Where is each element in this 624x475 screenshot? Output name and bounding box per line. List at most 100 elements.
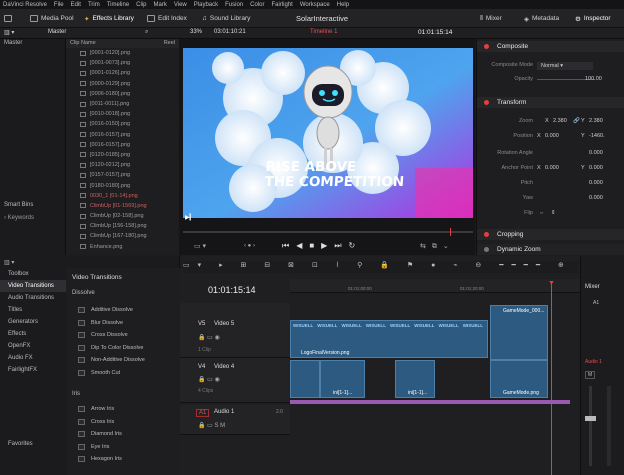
flip-horizontal-icon[interactable]: ⇔: [539, 210, 545, 216]
track-lock-icon[interactable]: 🔒 ▭ S M: [198, 422, 225, 429]
menu-item[interactable]: Trim: [88, 2, 100, 8]
clip-list-item[interactable]: ClimbUp [167-180].png: [66, 231, 179, 241]
clip-list-item[interactable]: [0157-0157].png: [66, 170, 179, 180]
flip-vertical-icon[interactable]: ⇕: [551, 210, 556, 216]
clip-list-item[interactable]: Enhance.png: [66, 242, 179, 252]
menu-item[interactable]: Workspace: [300, 2, 330, 8]
clip-list-item[interactable]: [0001-0120].png: [66, 48, 179, 58]
menu-item[interactable]: Edit: [71, 2, 81, 8]
search-icon[interactable]: ⌕: [145, 29, 148, 36]
sound-library-button[interactable]: ♫ Sound Library: [202, 12, 250, 25]
fx-tree-item[interactable]: Effects: [0, 328, 66, 340]
timeline-ruler[interactable]: 01:01:00:00 01:01:20:00: [290, 279, 580, 293]
track-lock-icon[interactable]: 🔒 ▭ ◉: [198, 334, 220, 341]
transition-item[interactable]: Diamond Iris: [66, 428, 180, 441]
fx-tree-item[interactable]: FairlightFX: [0, 364, 66, 376]
transition-item[interactable]: Arrow Iris: [66, 403, 180, 416]
transition-item[interactable]: Additive Dissolve: [66, 304, 180, 317]
clip-v4-b[interactable]: ini[1-1]...: [320, 360, 365, 398]
clip-list-item[interactable]: [0006-0180].png: [66, 89, 179, 99]
menu-item[interactable]: Help: [337, 2, 349, 8]
menu-item[interactable]: Fusion: [225, 2, 243, 8]
fx-tree-item[interactable]: Titles: [0, 304, 66, 316]
master-bin[interactable]: Master: [0, 39, 65, 48]
mixer-button[interactable]: ⦀ Mixer: [480, 12, 502, 25]
inspector-button[interactable]: ⚙ Inspector: [575, 12, 611, 25]
fx-tree-item[interactable]: Video Transitions: [0, 280, 66, 292]
effects-library-button[interactable]: ✦ Effects Library: [84, 12, 134, 25]
clip-list-item[interactable]: [0180-0180].png: [66, 180, 179, 190]
clip-list-item[interactable]: ClimbUp [02-158].png: [66, 211, 179, 221]
clip-list-item[interactable]: [0001-0126].png: [66, 68, 179, 78]
transition-item[interactable]: Cross Dissolve: [66, 329, 180, 342]
enable-dot-icon[interactable]: [484, 44, 489, 49]
menu-item[interactable]: Playback: [194, 2, 218, 8]
menu-item[interactable]: View: [174, 2, 187, 8]
clip-v4-c[interactable]: ini[1-1]...: [395, 360, 435, 398]
fx-tree-item[interactable]: Favorites: [0, 438, 66, 450]
clip-v4-a[interactable]: [290, 360, 320, 398]
clip-list-item[interactable]: [0016-0157].png: [66, 140, 179, 150]
timeline-playhead[interactable]: [551, 281, 552, 475]
bin-view-icon[interactable]: ▥ ▾: [4, 29, 14, 36]
viewer-options-icon[interactable]: ▭ ▾: [194, 242, 206, 250]
enable-dot-icon[interactable]: [484, 100, 489, 105]
menu-item[interactable]: Timeline: [107, 2, 129, 8]
clip-list-item[interactable]: [0120-0185].png: [66, 150, 179, 160]
enable-dot-icon[interactable]: [484, 247, 489, 252]
menu-item[interactable]: Mark: [154, 2, 167, 8]
timeline-selector[interactable]: Timeline 1: [310, 29, 337, 35]
transition-item[interactable]: Hexagon Iris: [66, 453, 180, 466]
metadata-button[interactable]: ◈ Metadata: [524, 12, 559, 25]
composite-section[interactable]: Composite: [477, 41, 624, 52]
zoom-level[interactable]: 33%: [190, 29, 202, 35]
transition-item[interactable]: Blur Dissolve: [66, 317, 180, 330]
menu-item[interactable]: DaVinci Resolve: [3, 2, 47, 8]
transition-item[interactable]: Smooth Cut: [66, 367, 180, 380]
transition-item[interactable]: Cross Iris: [66, 416, 180, 429]
timeline-toolbar[interactable]: ▭▾ ▸ ⊞ ⊟ ⊠ ⊡ ⌇ ⚲ 🔒 ⚑ ● ⌁ ⊖ ━━━━ ⊕: [183, 261, 578, 273]
clip-list-item[interactable]: [0010-0018].png: [66, 109, 179, 119]
transform-section[interactable]: Transform: [477, 97, 624, 108]
viewer-scrubber[interactable]: [183, 231, 473, 233]
track-lock-icon[interactable]: 🔒 ▭ ◉: [198, 376, 220, 383]
playhead-handle-icon[interactable]: ▼: [548, 280, 555, 287]
enable-dot-icon[interactable]: [484, 232, 489, 237]
mute-button[interactable]: M: [585, 371, 596, 379]
clip-list-item[interactable]: ClimbUp [01-1569].png: [66, 201, 179, 211]
transition-item[interactable]: Dip To Color Dissolve: [66, 342, 180, 355]
fx-tree-item[interactable]: Audio Transitions: [0, 292, 66, 304]
clip-list-item[interactable]: ClimbUp [156-158].png: [66, 221, 179, 231]
transition-item[interactable]: Non-Additive Dissolve: [66, 354, 180, 367]
media-pool-button[interactable]: Media Pool: [30, 12, 74, 25]
viewer-right-icons[interactable]: ⇆⧉⌄: [420, 242, 455, 251]
clip-list-item[interactable]: [0000-0129].png: [66, 79, 179, 89]
menu-item[interactable]: Clip: [136, 2, 146, 8]
fx-panel-toolbar[interactable]: ▥ ▾: [4, 259, 14, 266]
jog-control[interactable]: ‹ ● ›: [244, 243, 255, 249]
audio-clip-strip[interactable]: [290, 400, 570, 404]
clip-gamemode-v4[interactable]: GameMode.png: [490, 360, 548, 398]
fx-tree-item[interactable]: OpenFX: [0, 340, 66, 352]
edit-index-button[interactable]: Edit Index: [147, 12, 187, 25]
clip-list-item[interactable]: [0001-0073].png: [66, 58, 179, 68]
fx-tree-item[interactable]: Toolbox: [0, 268, 66, 280]
composite-mode-select[interactable]: Normal ▾: [537, 62, 593, 70]
fader-track[interactable]: [589, 386, 592, 466]
layout-toggle-button[interactable]: [4, 12, 12, 25]
transport-controls[interactable]: ⏮◀■▶⏭↻: [282, 241, 362, 251]
cropping-section[interactable]: Cropping: [477, 229, 624, 240]
clip-list-item[interactable]: [0120-0212].png: [66, 160, 179, 170]
clip-list-item[interactable]: [0016-0150].png: [66, 119, 179, 129]
fx-tree-item[interactable]: Audio FX: [0, 352, 66, 364]
clip-gamemode-v5[interactable]: GameMode_000...: [490, 305, 548, 360]
clip-list-item[interactable]: 0030_1 [01-14].png: [66, 191, 179, 201]
fx-tree-item[interactable]: Generators: [0, 316, 66, 328]
clip-list-item[interactable]: [0011-0011].png: [66, 99, 179, 109]
transition-item[interactable]: Eye Iris: [66, 441, 180, 454]
clip-list-item[interactable]: [0016-0157].png: [66, 130, 179, 140]
menu-item[interactable]: File: [54, 2, 64, 8]
clip-logo-final[interactable]: WISUELL WISUELL WISUELL WISUELL WISUELL WISUE…: [290, 320, 488, 358]
keywords-bin[interactable]: › Keywords: [4, 215, 34, 221]
dynamic-zoom-section[interactable]: Dynamic Zoom: [477, 244, 624, 255]
